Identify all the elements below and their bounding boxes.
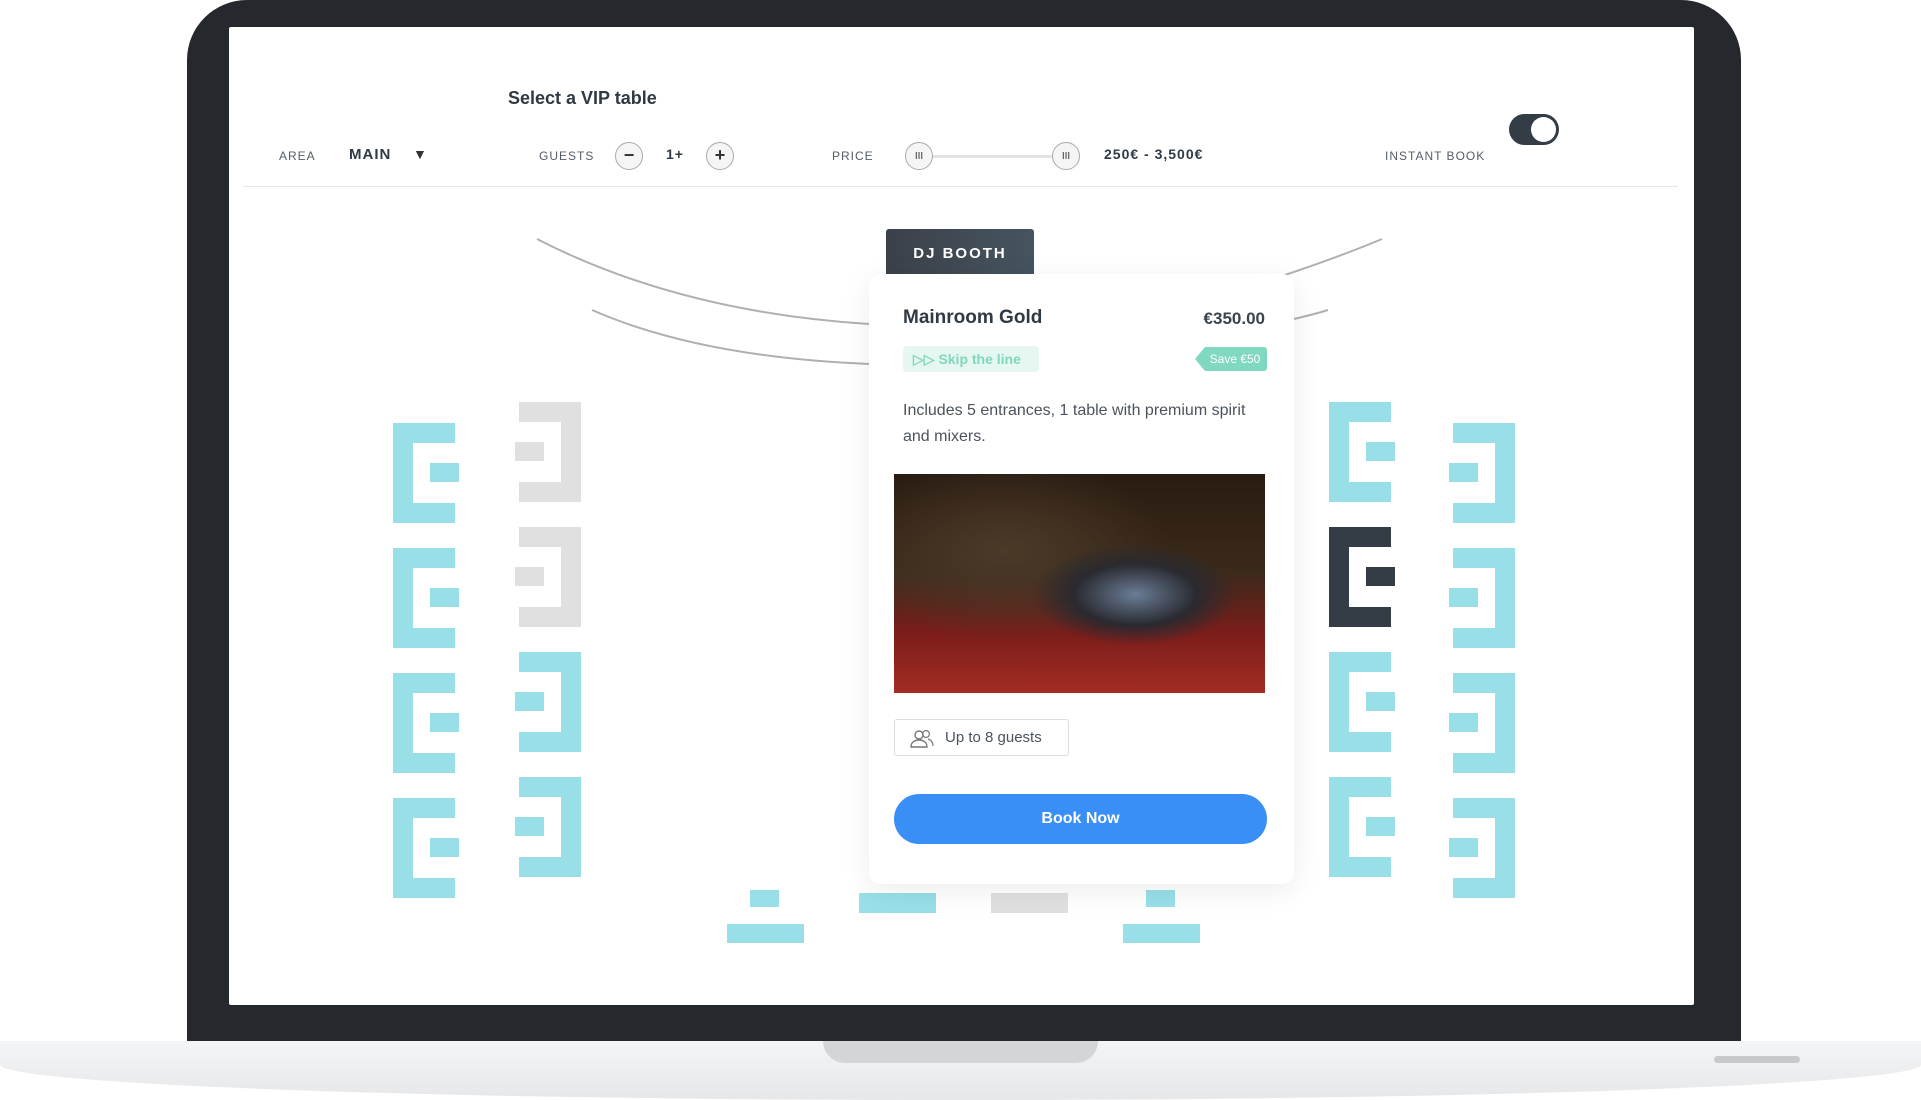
vip-table[interactable] <box>1329 527 1395 627</box>
vip-table[interactable] <box>515 527 581 627</box>
skip-line-text: Skip the line <box>938 351 1021 367</box>
table-photo <box>894 474 1265 693</box>
table-description: Includes 5 entrances, 1 table with premi… <box>903 402 1246 445</box>
screen: Select a VIP table AREA MAIN ▼ GUESTS − … <box>229 27 1694 1005</box>
vip-table[interactable] <box>1449 548 1515 648</box>
table-name: Mainroom Gold <box>903 307 1043 328</box>
vip-table[interactable] <box>1329 652 1395 752</box>
stage-curve <box>1293 309 1329 320</box>
vip-table[interactable] <box>1329 402 1395 502</box>
guests-icon <box>910 729 934 748</box>
fast-forward-icon: ▷▷ <box>913 351 939 367</box>
book-now-button[interactable]: Book Now <box>894 794 1267 844</box>
vip-table[interactable] <box>1449 423 1515 523</box>
vip-table[interactable] <box>393 673 459 773</box>
vip-table[interactable] <box>1329 777 1395 877</box>
table-price: €350.00 <box>1203 309 1265 328</box>
bar-table[interactable] <box>1146 890 1175 907</box>
stage-curve <box>1278 238 1383 278</box>
skip-line-badge: ▷▷ Skip the line <box>903 346 1039 372</box>
vip-table[interactable] <box>515 652 581 752</box>
bar-table[interactable] <box>991 893 1068 913</box>
vip-table[interactable] <box>393 798 459 898</box>
capacity-text: Up to 8 guests <box>945 729 1042 746</box>
stage-curve <box>536 238 870 325</box>
save-badge: Save €50 <box>1195 347 1267 371</box>
bar-table[interactable] <box>1123 924 1200 943</box>
vip-table[interactable] <box>1449 798 1515 898</box>
laptop-notch <box>823 1041 1098 1063</box>
dj-booth: DJ BOOTH <box>886 229 1034 274</box>
vip-table[interactable] <box>515 777 581 877</box>
vip-table[interactable] <box>393 548 459 648</box>
vip-table[interactable] <box>393 423 459 523</box>
bar-table[interactable] <box>727 924 804 943</box>
bar-table[interactable] <box>859 893 936 913</box>
capacity-chip: Up to 8 guests <box>894 719 1069 756</box>
laptop-foot <box>1714 1056 1800 1063</box>
table-detail-card: Mainroom Gold €350.00 ▷▷ Skip the line S… <box>869 274 1294 884</box>
stage-curve <box>591 309 870 365</box>
vip-table[interactable] <box>515 402 581 502</box>
vip-table[interactable] <box>1449 673 1515 773</box>
bar-table[interactable] <box>750 890 779 907</box>
